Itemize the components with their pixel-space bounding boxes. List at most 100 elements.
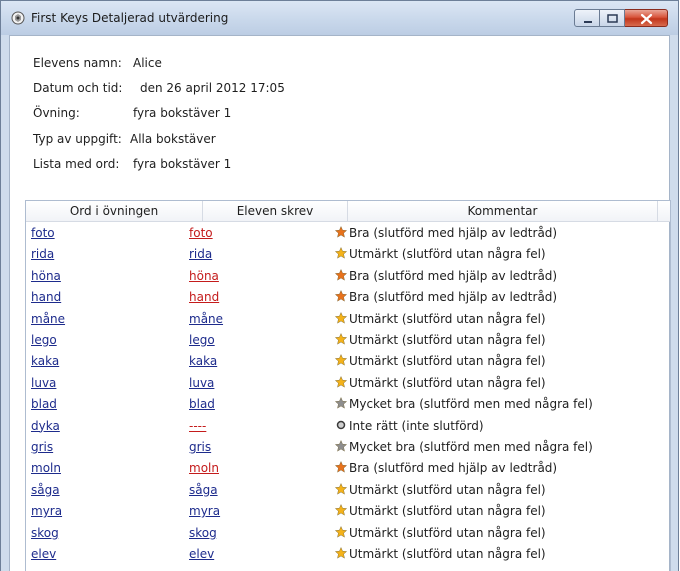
expected-word-link[interactable]: hand bbox=[31, 287, 61, 308]
typed-word-link[interactable]: kaka bbox=[189, 351, 217, 372]
expected-word-link[interactable]: skog bbox=[31, 523, 59, 544]
expected-word-link[interactable]: dyka bbox=[31, 416, 60, 437]
table-row[interactable]: dyka ---- Inte rätt (inte slutförd) bbox=[26, 416, 670, 437]
comment-text: Bra (slutförd med hjälp av ledtråd) bbox=[349, 461, 558, 476]
comment-cell: Utmärkt (slutförd utan några fel) bbox=[335, 373, 546, 394]
table-row[interactable]: myra myra Utmärkt (slutförd utan några fel… bbox=[26, 501, 670, 522]
comment-text: Bra (slutförd med hjälp av ledtråd) bbox=[349, 226, 558, 240]
gold-star-icon bbox=[335, 247, 347, 260]
comment-cell: Mycket bra (slutförd men med några fel) bbox=[335, 394, 593, 415]
expected-word-link[interactable]: lego bbox=[31, 330, 57, 351]
gold-star-icon bbox=[335, 311, 347, 324]
title-bar[interactable]: First Keys Detaljerad utvärdering bbox=[1, 1, 678, 35]
table-row[interactable]: foto foto Bra (slutförd med hjälp av ledtr… bbox=[26, 223, 670, 244]
comment-text: Inte rätt (inte slutförd) bbox=[349, 418, 484, 433]
table-row[interactable]: såga såga Utmärkt (slutförd utan några fel… bbox=[26, 480, 670, 501]
gold-star-icon bbox=[335, 354, 347, 367]
expected-word-link[interactable]: såga bbox=[31, 480, 60, 501]
info-row: Övning: fyra bokstäver 1 bbox=[33, 106, 231, 120]
typed-word-link[interactable]: hand bbox=[189, 287, 219, 308]
comment-cell: Utmärkt (slutförd utan några fel) bbox=[335, 309, 546, 330]
typed-word-link[interactable]: gris bbox=[189, 437, 211, 458]
info-label: Elevens namn: bbox=[33, 56, 122, 70]
typed-word-link[interactable]: myra bbox=[189, 501, 220, 522]
gold-star-icon bbox=[335, 547, 347, 559]
typed-word-link[interactable]: såga bbox=[189, 480, 218, 501]
table-row[interactable]: måne måne Utmärkt (slutförd utan några fel… bbox=[26, 309, 670, 330]
comment-text: Mycket bra (slutförd men med några fel) bbox=[349, 440, 593, 454]
typed-word-link[interactable]: foto bbox=[189, 223, 213, 244]
info-row: Lista med ord: fyra bokstäver 1 bbox=[33, 157, 231, 171]
comment-text: Utmärkt (slutförd utan några fel) bbox=[349, 247, 546, 262]
info-label: Övning: bbox=[33, 106, 80, 120]
comment-cell: Inte rätt (inte slutförd) bbox=[335, 416, 484, 437]
expected-word-link[interactable]: kaka bbox=[31, 351, 59, 372]
expected-word-link[interactable]: gris bbox=[31, 437, 53, 458]
typed-word-link[interactable]: höna bbox=[189, 266, 219, 287]
typed-word-link[interactable]: luva bbox=[189, 373, 214, 394]
info-value: Alla bokstäver bbox=[130, 132, 216, 146]
comment-text: Utmärkt (slutförd utan några fel) bbox=[349, 311, 546, 326]
comment-cell: Mycket bra (slutförd men med några fel) bbox=[335, 437, 593, 458]
table-row[interactable]: elev elev Utmärkt (slutförd utan några fel… bbox=[26, 544, 670, 565]
comment-cell: Utmärkt (slutförd utan några fel) bbox=[335, 501, 546, 522]
minimize-button[interactable] bbox=[574, 9, 600, 27]
typed-word-link[interactable]: moln bbox=[189, 458, 219, 479]
content-panel: Elevens namn: Alice Datum och tid: den 26 a… bbox=[9, 35, 671, 571]
comment-cell: Utmärkt (slutförd utan några fel) bbox=[335, 244, 546, 265]
table-row[interactable]: luva luva Utmärkt (slutförd utan några fel… bbox=[26, 373, 670, 394]
expected-word-link[interactable]: luva bbox=[31, 373, 56, 394]
comment-cell: Utmärkt (slutförd utan några fel) bbox=[335, 330, 546, 351]
table-row[interactable]: rida rida Utmärkt (slutförd utan några fel… bbox=[26, 244, 670, 265]
expected-word-link[interactable]: elev bbox=[31, 544, 56, 565]
typed-word-link[interactable]: elev bbox=[189, 544, 214, 565]
comment-cell: Bra (slutförd med hjälp av ledtråd) bbox=[335, 223, 557, 244]
table-row[interactable]: blad blad Mycket bra (slutförd men med någ… bbox=[26, 394, 670, 415]
comment-text: Bra (slutförd med hjälp av ledtråd) bbox=[349, 290, 558, 305]
info-value: fyra bokstäver 1 bbox=[133, 106, 232, 120]
gold-star-icon bbox=[335, 333, 347, 345]
expected-word-link[interactable]: myra bbox=[31, 501, 62, 522]
silver-star-icon bbox=[335, 440, 347, 452]
gold-star-icon bbox=[335, 504, 347, 516]
comment-text: Utmärkt (slutförd utan några fel) bbox=[349, 354, 546, 369]
comment-text: Utmärkt (slutförd utan några fel) bbox=[349, 525, 546, 540]
close-button[interactable] bbox=[625, 9, 668, 27]
table-row[interactable]: moln moln Bra (slutförd med hjälp av ledtr… bbox=[26, 458, 670, 479]
info-row: Typ av uppgift: Alla bokstäver bbox=[33, 132, 216, 146]
table-row[interactable]: gris gris Mycket bra (slutförd men med någ… bbox=[26, 437, 670, 458]
typed-word-link[interactable]: måne bbox=[189, 309, 223, 330]
results-table[interactable]: Ord i övningen Eleven skrev Kommentar fo… bbox=[25, 200, 671, 571]
expected-word-link[interactable]: höna bbox=[31, 266, 61, 287]
column-header-expected[interactable]: Ord i övningen bbox=[26, 201, 203, 221]
typed-word-link[interactable]: blad bbox=[189, 394, 215, 415]
comment-text: Utmärkt (slutförd utan några fel) bbox=[349, 504, 546, 519]
table-row[interactable]: kaka kaka Utmärkt (slutförd utan några fel… bbox=[26, 351, 670, 372]
maximize-button[interactable] bbox=[600, 9, 625, 27]
comment-cell: Utmärkt (slutförd utan några fel) bbox=[335, 480, 546, 501]
expected-word-link[interactable]: blad bbox=[31, 394, 57, 415]
expected-word-link[interactable]: moln bbox=[31, 458, 61, 479]
table-row[interactable]: skog skog Utmärkt (slutförd utan några fel… bbox=[26, 523, 670, 544]
comment-cell: Bra (slutförd med hjälp av ledtråd) bbox=[335, 266, 557, 287]
typed-word-link[interactable]: skog bbox=[189, 523, 217, 544]
column-header-comment[interactable]: Kommentar bbox=[348, 201, 658, 221]
table-header: Ord i övningen Eleven skrev Kommentar bbox=[26, 201, 670, 222]
info-value: Alice bbox=[133, 56, 162, 70]
typed-word-link[interactable]: lego bbox=[189, 330, 215, 351]
typed-word-missing[interactable]: ---- bbox=[189, 416, 206, 437]
gold-star-icon bbox=[335, 482, 347, 495]
table-row[interactable]: hand hand Bra (slutförd med hjälp av ledtr… bbox=[26, 287, 670, 308]
table-row[interactable]: lego lego Utmärkt (slutförd utan några fel… bbox=[26, 330, 670, 351]
gold-star-icon bbox=[335, 375, 347, 388]
close-icon bbox=[640, 13, 653, 25]
column-header-typed[interactable]: Eleven skrev bbox=[203, 201, 348, 221]
expected-word-link[interactable]: rida bbox=[31, 244, 54, 265]
expected-word-link[interactable]: måne bbox=[31, 309, 65, 330]
info-row: Datum och tid: den 26 april 2012 17:05 bbox=[33, 81, 285, 95]
expected-word-link[interactable]: foto bbox=[31, 223, 55, 244]
comment-cell: Bra (slutförd med hjälp av ledtråd) bbox=[335, 458, 557, 479]
typed-word-link[interactable]: rida bbox=[189, 244, 212, 265]
table-row[interactable]: höna höna Bra (slutförd med hjälp av ledtr… bbox=[26, 266, 670, 287]
dot-icon bbox=[336, 420, 346, 429]
